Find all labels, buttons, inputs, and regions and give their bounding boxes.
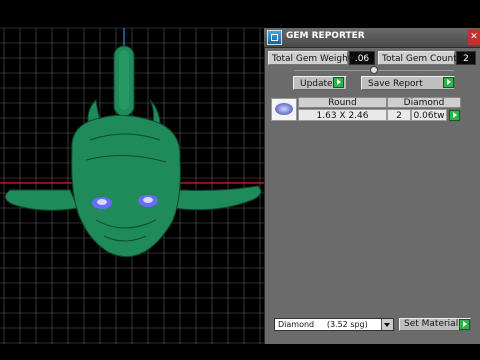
total-gem-count-label: Total Gem Count xyxy=(378,51,457,65)
slider-thumb[interactable] xyxy=(370,66,378,74)
material-selected-value: Diamond (3.52 spg) xyxy=(278,320,368,329)
pendant-model[interactable] xyxy=(5,45,262,258)
total-gem-weight-label: Total Gem Weight xyxy=(268,51,351,65)
total-gem-count-value: 2 xyxy=(456,51,476,65)
chevron-down-icon[interactable] xyxy=(381,319,393,330)
save-report-go-icon[interactable] xyxy=(443,77,454,88)
panel-titlebar[interactable]: GEM REPORTER ✕ xyxy=(264,28,480,48)
round-gem-icon xyxy=(271,98,297,121)
3d-viewport[interactable] xyxy=(0,0,264,360)
save-report-label: Save Report xyxy=(368,79,423,89)
gem-row-go-icon[interactable] xyxy=(449,110,460,121)
gem-count-cell: 2 xyxy=(387,109,411,121)
close-icon[interactable]: ✕ xyxy=(468,29,480,45)
viewport-canvas[interactable] xyxy=(0,0,264,360)
gem-weight-cell: 0.06tw xyxy=(411,109,447,121)
set-material-go-icon[interactable] xyxy=(459,319,470,330)
material-select[interactable]: Diamond (3.52 spg) xyxy=(274,318,394,331)
total-gem-weight-value: .06 xyxy=(349,51,375,65)
table-header-material: Diamond xyxy=(387,97,461,108)
update-go-icon[interactable] xyxy=(333,77,344,88)
update-label: Update xyxy=(300,79,333,89)
panel-title: GEM REPORTER xyxy=(286,31,365,41)
table-header-shape: Round xyxy=(298,97,387,108)
gem-size-cell: 1.63 X 2.46 xyxy=(298,109,387,121)
gem-reporter-icon xyxy=(267,30,282,45)
save-report-button[interactable]: Save Report xyxy=(361,76,455,90)
set-material-label: Set Material xyxy=(404,319,459,329)
